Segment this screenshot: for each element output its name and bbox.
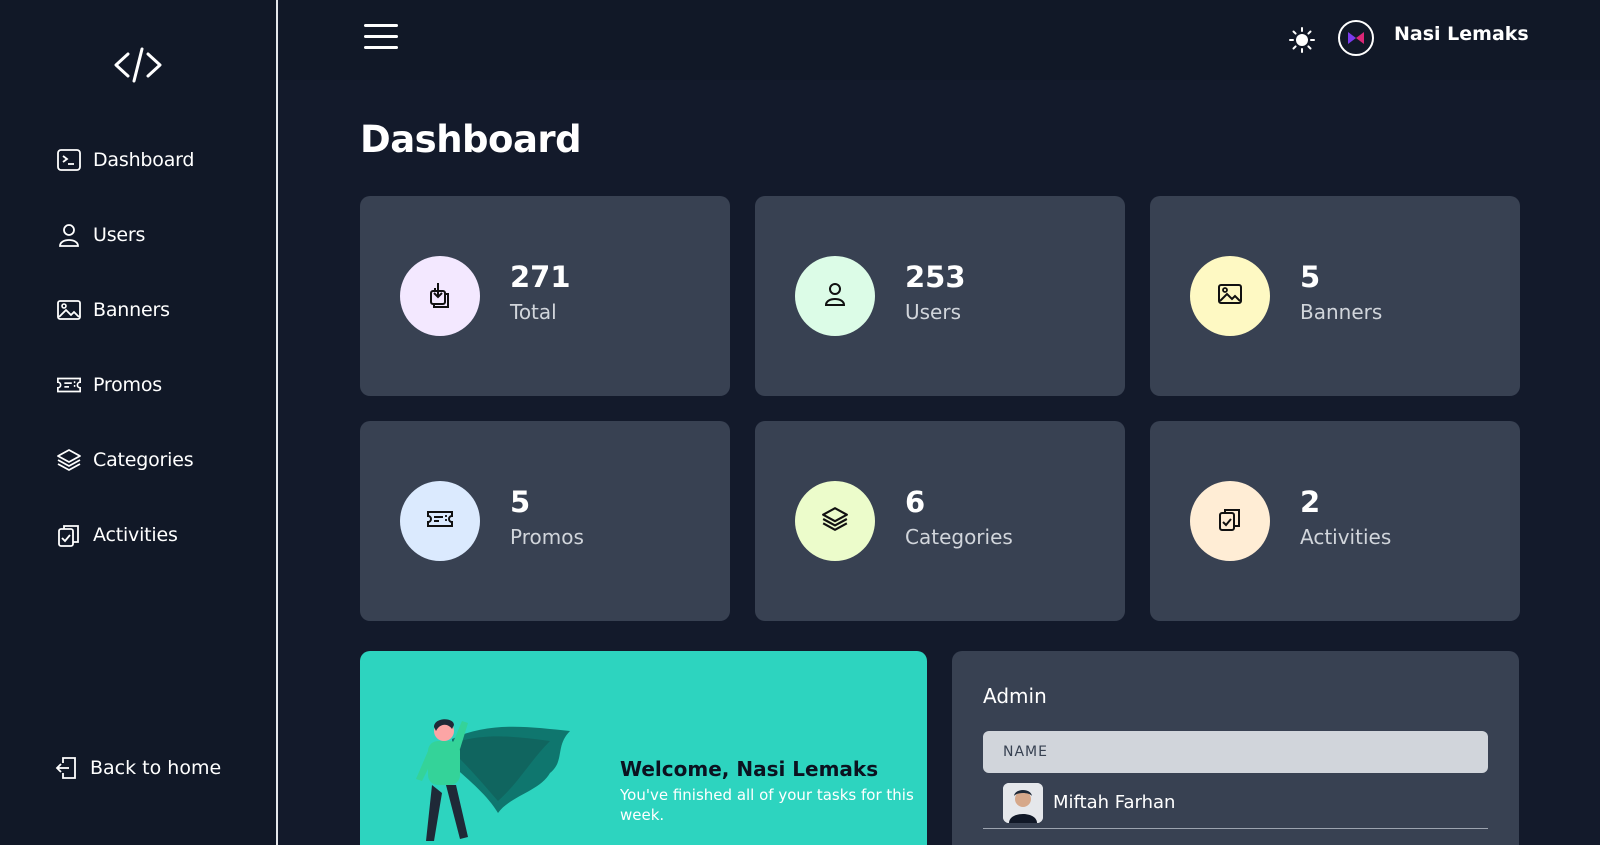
- stat-icon-circle: [400, 256, 480, 336]
- sidebar-item-label: Categories: [93, 449, 194, 471]
- stat-card-users[interactable]: 253 Users: [755, 196, 1125, 396]
- sun-icon[interactable]: [1288, 26, 1316, 54]
- row-name: Miftah Farhan: [1053, 792, 1176, 813]
- layers-icon: [821, 505, 849, 537]
- stat-card-categories[interactable]: 6 Categories: [755, 421, 1125, 621]
- sidebar: Dashboard Users Banners Promos Categorie…: [0, 0, 278, 845]
- sidebar-item-label: Dashboard: [93, 149, 195, 171]
- hero-illustration: [380, 701, 580, 845]
- sidebar-item-users[interactable]: Users: [56, 219, 194, 251]
- ticket-icon: [425, 506, 455, 536]
- stat-value: 5: [510, 485, 531, 519]
- menu-icon[interactable]: [364, 24, 398, 54]
- back-to-home-label: Back to home: [90, 757, 222, 779]
- logout-icon: [54, 754, 80, 782]
- sidebar-item-activities[interactable]: Activities: [56, 519, 194, 551]
- avatar: [1003, 783, 1043, 823]
- image-icon: [1217, 281, 1243, 311]
- username[interactable]: Nasi Lemaks: [1394, 23, 1529, 45]
- stat-icon-circle: [1190, 481, 1270, 561]
- stat-caption: Banners: [1300, 300, 1383, 324]
- table-row[interactable]: Miftah Farhan: [983, 783, 1488, 829]
- stat-value: 271: [510, 260, 571, 294]
- code-icon[interactable]: [110, 44, 166, 86]
- sidebar-item-dashboard[interactable]: Dashboard: [56, 144, 194, 176]
- stat-icon-circle: [795, 481, 875, 561]
- page-title: Dashboard: [360, 118, 582, 161]
- terminal-icon: [56, 147, 82, 173]
- clipboard-icon: [1217, 506, 1243, 536]
- sidebar-nav: Dashboard Users Banners Promos Categorie…: [56, 144, 194, 594]
- stat-caption: Activities: [1300, 525, 1392, 549]
- stat-caption: Total: [510, 300, 557, 324]
- sidebar-item-categories[interactable]: Categories: [56, 444, 194, 476]
- top-header: Nasi Lemaks: [280, 0, 1600, 80]
- avatar[interactable]: [1338, 20, 1374, 56]
- stat-value: 253: [905, 260, 966, 294]
- stat-card-promos[interactable]: 5 Promos: [360, 421, 730, 621]
- stat-value: 2: [1300, 485, 1321, 519]
- user-icon: [56, 222, 82, 248]
- stat-value: 6: [905, 485, 926, 519]
- ticket-icon: [56, 372, 82, 398]
- table-header-name: NAME: [983, 731, 1488, 773]
- stat-caption: Users: [905, 300, 962, 324]
- stat-caption: Categories: [905, 525, 1013, 549]
- sidebar-item-banners[interactable]: Banners: [56, 294, 194, 326]
- sidebar-item-label: Banners: [93, 299, 170, 321]
- stat-card-banners[interactable]: 5 Banners: [1150, 196, 1520, 396]
- clipboard-icon: [56, 522, 82, 548]
- sidebar-item-label: Promos: [93, 374, 162, 396]
- layers-icon: [56, 447, 82, 473]
- sidebar-item-promos[interactable]: Promos: [56, 369, 194, 401]
- sidebar-item-label: Users: [93, 224, 146, 246]
- image-icon: [56, 297, 82, 323]
- stat-icon-circle: [1190, 256, 1270, 336]
- download-icon: [426, 280, 454, 312]
- sidebar-item-label: Activities: [93, 524, 178, 546]
- admin-panel: Admin NAME Miftah Farhan: [952, 651, 1519, 845]
- stat-card-total[interactable]: 271 Total: [360, 196, 730, 396]
- stat-caption: Promos: [510, 525, 584, 549]
- welcome-text: You've finished all of your tasks for th…: [620, 786, 914, 824]
- stat-card-activities[interactable]: 2 Activities: [1150, 421, 1520, 621]
- back-to-home-link[interactable]: Back to home: [54, 754, 221, 782]
- stat-icon-circle: [400, 481, 480, 561]
- admin-title: Admin: [983, 684, 1047, 708]
- stat-value: 5: [1300, 260, 1321, 294]
- stat-icon-circle: [795, 256, 875, 336]
- welcome-panel: Welcome, Nasi Lemaks You've finished all…: [360, 651, 927, 845]
- user-icon: [822, 281, 848, 311]
- welcome-title: Welcome, Nasi Lemaks: [620, 757, 879, 781]
